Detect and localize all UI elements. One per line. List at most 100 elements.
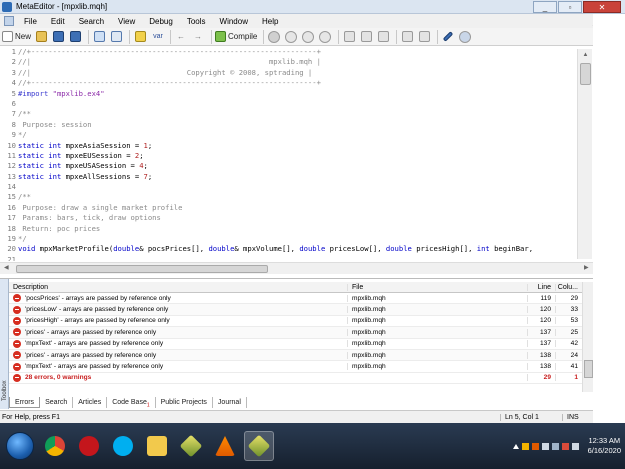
error-row[interactable]: 'pricesHigh' - arrays are passed by refe… xyxy=(9,316,582,328)
menu-debug[interactable]: Debug xyxy=(142,17,180,26)
step-over-button[interactable] xyxy=(359,29,373,44)
start-debug-button[interactable] xyxy=(267,29,281,44)
code-line[interactable]: 3//| Copyright © 2008, sptrading | xyxy=(0,68,593,78)
code-line[interactable]: 6 xyxy=(0,99,593,109)
header-file[interactable]: File xyxy=(347,283,527,291)
code-line[interactable]: 2//| mpxlib.mqh | xyxy=(0,57,593,67)
taskbar-chrome[interactable] xyxy=(40,431,70,461)
taskbar-metaeditor[interactable] xyxy=(176,431,206,461)
taskbar-clock[interactable]: 12:33 AM 6/16/2020 xyxy=(588,436,621,456)
open-button[interactable] xyxy=(34,29,48,44)
tab-errors[interactable]: Errors xyxy=(9,397,41,408)
start-button[interactable] xyxy=(6,432,34,460)
code-line[interactable]: 16 Purpose: draw a single market profile xyxy=(0,203,593,213)
navigator-toggle-button[interactable] xyxy=(92,29,106,44)
toolbox-vertical-scrollbar[interactable] xyxy=(582,282,593,392)
code-line[interactable]: 13 static int mpxeAllSessions = 7; xyxy=(0,172,593,182)
taskbar-skype[interactable] xyxy=(108,431,138,461)
toggle-breakpoint-button[interactable] xyxy=(400,29,414,44)
minimize-button[interactable]: _ xyxy=(533,1,557,13)
taskbar-metaeditor-active[interactable] xyxy=(244,431,274,461)
code-editor[interactable]: 1//+------------------------------------… xyxy=(0,47,593,261)
code-line[interactable]: 14 xyxy=(0,182,593,192)
code-line[interactable]: 17 Params: bars, tick, draw options xyxy=(0,213,593,223)
error-row[interactable]: 'pricesLow' - arrays are passed by refer… xyxy=(9,304,582,316)
tray-flag-icon[interactable] xyxy=(531,442,539,450)
save-all-button[interactable] xyxy=(68,29,82,44)
code-line[interactable]: 9 */ xyxy=(0,130,593,140)
tray-warning-icon[interactable] xyxy=(521,442,529,450)
maximize-button[interactable]: ▫ xyxy=(558,1,582,13)
close-button[interactable]: ✕ xyxy=(583,1,621,13)
menu-file[interactable]: File xyxy=(17,17,44,26)
code-line[interactable]: 18 Return: poc prices xyxy=(0,224,593,234)
menu-edit[interactable]: Edit xyxy=(44,17,72,26)
start-history-button[interactable] xyxy=(284,29,298,44)
remove-breakpoints-button[interactable] xyxy=(417,29,431,44)
document-icon[interactable] xyxy=(4,16,14,26)
menu-search[interactable]: Search xyxy=(72,17,111,26)
tab-search[interactable]: Search xyxy=(40,397,74,408)
menu-help[interactable]: Help xyxy=(255,17,285,26)
header-line[interactable]: Line xyxy=(527,283,555,291)
menu-view[interactable]: View xyxy=(111,17,142,26)
code-line[interactable]: 5 #import "mpxlib.ex4" xyxy=(0,89,593,99)
tray-battery-icon[interactable] xyxy=(561,442,569,450)
tab-public-projects[interactable]: Public Projects xyxy=(156,397,213,408)
code-line[interactable]: 19 */ xyxy=(0,234,593,244)
menu-window[interactable]: Window xyxy=(213,17,255,26)
insert-var-button[interactable]: var xyxy=(150,29,164,44)
error-row[interactable]: 'prices' - arrays are passed by referenc… xyxy=(9,327,582,339)
tray-arrow-icon[interactable] xyxy=(512,443,519,449)
code-line[interactable]: 1//+------------------------------------… xyxy=(0,47,593,57)
scroll-left-icon[interactable]: ◀ xyxy=(4,264,9,271)
toolbox-side-label[interactable]: Toolbox xyxy=(0,279,9,409)
editor-horizontal-scroll-thumb[interactable] xyxy=(16,265,268,273)
tab-code-base[interactable]: Code Base1 xyxy=(107,397,156,408)
error-row[interactable]: 'mpxText' - arrays are passed by referen… xyxy=(9,361,582,373)
code-line[interactable]: 10 static int mpxeAsiaSession = 1; xyxy=(0,141,593,151)
errors-summary-row[interactable]: 28 errors, 0 warnings 29 1 xyxy=(9,373,582,385)
mql5-community-button[interactable] xyxy=(458,29,472,44)
code-line[interactable]: 8 Purpose: session xyxy=(0,120,593,130)
tray-volume-icon[interactable] xyxy=(571,442,579,450)
tray-display-icon[interactable] xyxy=(541,442,549,450)
code-line[interactable]: 12 static int mpxeUSASession = 4; xyxy=(0,161,593,171)
step-out-button[interactable] xyxy=(376,29,390,44)
editor-horizontal-scrollbar[interactable]: ◀ ▶ xyxy=(0,262,593,274)
scroll-up-icon[interactable]: ▲ xyxy=(578,49,593,61)
styler-button[interactable] xyxy=(133,29,147,44)
code-line[interactable]: 4//+------------------------------------… xyxy=(0,78,593,88)
new-button[interactable]: New xyxy=(2,29,31,44)
code-line[interactable]: 15/** xyxy=(0,192,593,202)
save-button[interactable] xyxy=(51,29,65,44)
profiling-button[interactable] xyxy=(441,29,455,44)
code-line[interactable]: 21 xyxy=(0,255,593,261)
pause-button[interactable] xyxy=(301,29,315,44)
header-description[interactable]: Description xyxy=(9,284,347,291)
toolbox-scroll-thumb[interactable] xyxy=(584,360,593,378)
editor-vertical-scrollbar[interactable]: ▲ xyxy=(577,49,592,259)
toolbox-toggle-button[interactable] xyxy=(109,29,123,44)
code-line[interactable]: 20 void mpxMarketProfile(double& pocsPric… xyxy=(0,244,593,254)
taskbar-explorer[interactable] xyxy=(142,431,172,461)
tray-network-icon[interactable] xyxy=(551,442,559,450)
error-row[interactable]: 'prices' - arrays are passed by referenc… xyxy=(9,349,582,362)
tab-articles[interactable]: Articles xyxy=(73,397,108,408)
taskbar-ladybug[interactable] xyxy=(74,431,104,461)
tab-journal[interactable]: Journal xyxy=(213,397,247,408)
menu-tools[interactable]: Tools xyxy=(180,17,213,26)
error-row[interactable]: 'mpxText' - arrays are passed by referen… xyxy=(9,339,582,350)
code-line[interactable]: 11 static int mpxeEUSession = 2; xyxy=(0,151,593,161)
step-into-button[interactable] xyxy=(342,29,356,44)
editor-vertical-scroll-thumb[interactable] xyxy=(580,63,591,85)
back-button[interactable]: ← xyxy=(174,29,188,44)
stop-button[interactable] xyxy=(318,29,332,44)
header-column[interactable]: Colu... xyxy=(555,283,582,291)
compile-button[interactable]: Compile xyxy=(215,29,257,44)
code-line[interactable]: 7/** xyxy=(0,109,593,119)
forward-button[interactable]: → xyxy=(191,29,205,44)
scroll-right-icon[interactable]: ▶ xyxy=(584,264,589,271)
error-row[interactable]: 'pocsPrices' - arrays are passed by refe… xyxy=(9,293,582,305)
taskbar-vlc[interactable] xyxy=(210,431,240,461)
